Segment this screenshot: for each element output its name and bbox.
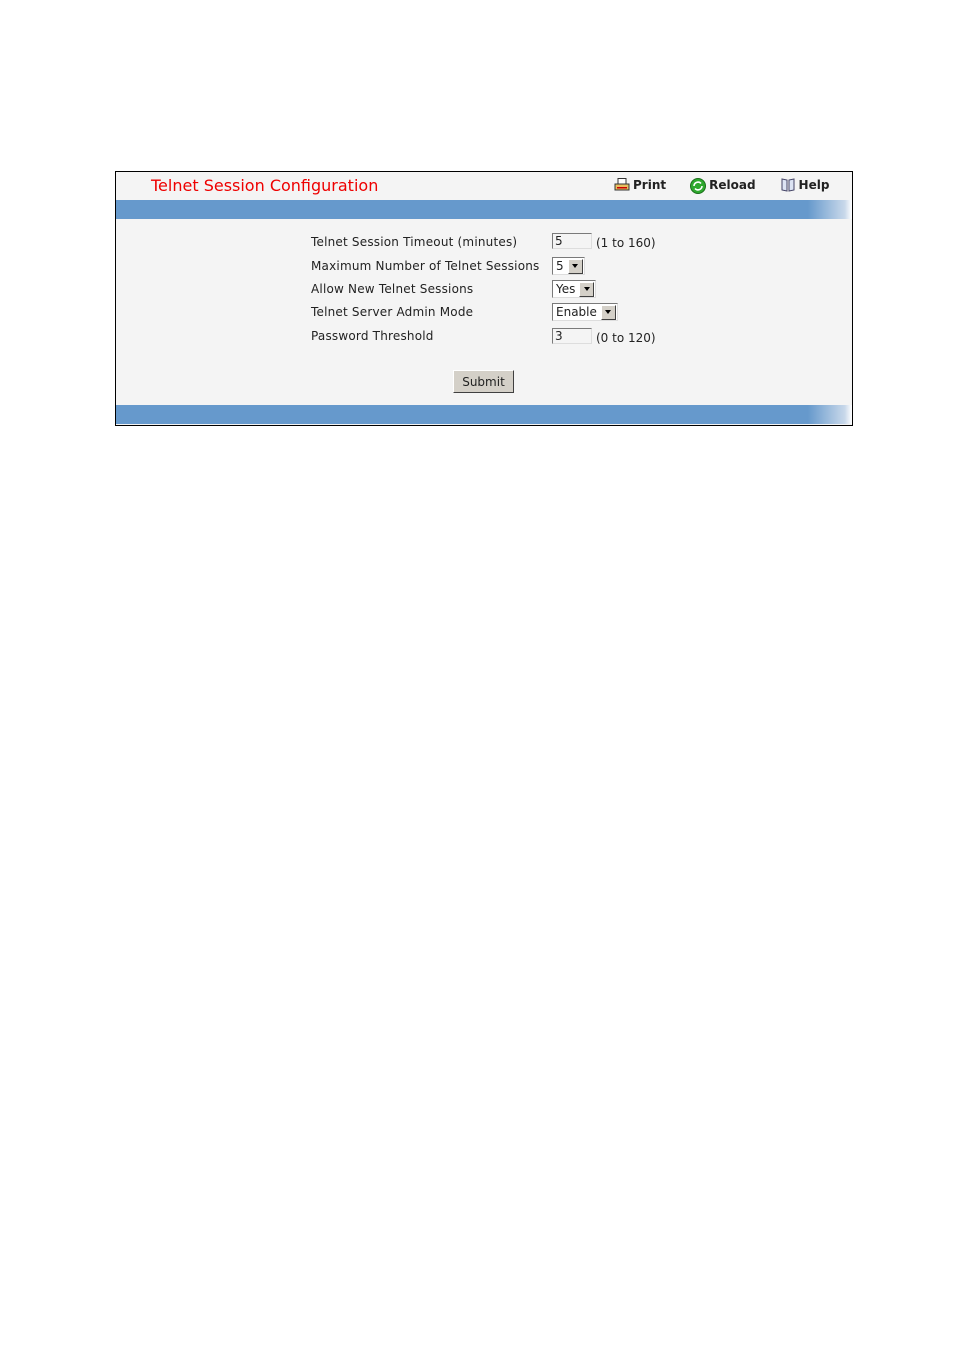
admin-mode-value: Enable [556,305,597,319]
dropdown-arrow-icon[interactable] [567,258,583,274]
allow-new-value: Yes [556,282,576,296]
print-button[interactable]: Print [614,178,666,192]
header-bar [116,200,852,219]
print-icon [614,178,630,192]
footer-bar [116,405,852,424]
telnet-config-panel: Telnet Session Configuration Print Reloa… [115,171,853,426]
help-button[interactable]: Help [780,178,830,192]
dropdown-arrow-icon[interactable] [579,281,595,297]
timeout-control [552,233,592,249]
help-book-icon [780,178,796,192]
max-sessions-select[interactable]: 5 [552,257,585,275]
dropdown-arrow-icon[interactable] [600,304,616,320]
submit-button[interactable]: Submit [453,370,514,393]
reload-icon [690,178,707,194]
password-threshold-control [552,328,592,344]
reload-button[interactable]: Reload [690,178,756,194]
max-sessions-control: 5 [552,257,585,275]
password-threshold-range: (0 to 120) [596,331,656,345]
page-title: Telnet Session Configuration [151,176,379,195]
allow-new-control: Yes [552,280,597,298]
password-threshold-input[interactable] [552,328,592,344]
password-threshold-label: Password Threshold [311,329,434,343]
allow-new-select[interactable]: Yes [552,280,597,298]
toolbar: Print Reload Help [614,178,853,194]
max-sessions-value: 5 [556,259,564,273]
title-bar: Telnet Session Configuration Print Reloa… [116,172,852,200]
timeout-label: Telnet Session Timeout (minutes) [311,235,518,249]
admin-mode-label: Telnet Server Admin Mode [311,305,474,319]
help-label: Help [798,178,830,192]
admin-mode-control: Enable [552,303,618,321]
admin-mode-select[interactable]: Enable [552,303,618,321]
max-sessions-label: Maximum Number of Telnet Sessions [311,259,540,273]
reload-label: Reload [709,178,756,192]
print-label: Print [633,178,667,192]
timeout-input[interactable] [552,233,592,249]
allow-new-label: Allow New Telnet Sessions [311,282,474,296]
timeout-range: (1 to 160) [596,236,656,250]
